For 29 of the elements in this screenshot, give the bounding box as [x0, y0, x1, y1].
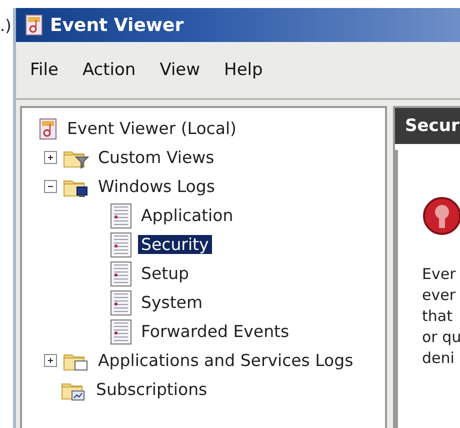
log-icon — [110, 202, 132, 228]
tree-item[interactable]: Custom Views — [95, 148, 218, 167]
log-icon — [110, 318, 132, 344]
tree-item[interactable]: Forwarded Events — [138, 322, 292, 341]
cut-off-text: .) — [0, 16, 12, 35]
log-icon — [110, 232, 132, 258]
keyhole-icon — [422, 196, 460, 236]
app-icon — [24, 14, 44, 36]
tree-item[interactable]: System — [138, 293, 206, 312]
log-icon — [110, 260, 132, 286]
tree-item[interactable]: Event Viewer (Local) — [64, 119, 240, 138]
menu-item[interactable]: Action — [82, 60, 136, 80]
collapse-icon[interactable] — [44, 180, 57, 193]
expand-icon[interactable] — [44, 354, 57, 367]
event-log-icon — [38, 118, 58, 140]
window-title: Event Viewer — [50, 14, 184, 36]
expand-icon[interactable] — [44, 151, 57, 164]
tree-item[interactable]: Subscriptions — [93, 380, 210, 399]
pane-header: Secur — [395, 108, 460, 144]
tree-item[interactable]: Windows Logs — [95, 177, 218, 196]
log-icon — [110, 290, 132, 316]
tree-item[interactable]: Application — [138, 206, 236, 225]
tree-item[interactable]: Setup — [138, 264, 192, 283]
menu-item[interactable]: Help — [224, 60, 263, 80]
tree-item[interactable]: Security — [138, 235, 212, 254]
description-text: Ever ever that or qu deni — [422, 264, 460, 369]
tree-item[interactable]: Applications and Services Logs — [95, 351, 356, 370]
menu-item[interactable]: File — [30, 60, 58, 80]
menu-item[interactable]: View — [160, 60, 200, 80]
